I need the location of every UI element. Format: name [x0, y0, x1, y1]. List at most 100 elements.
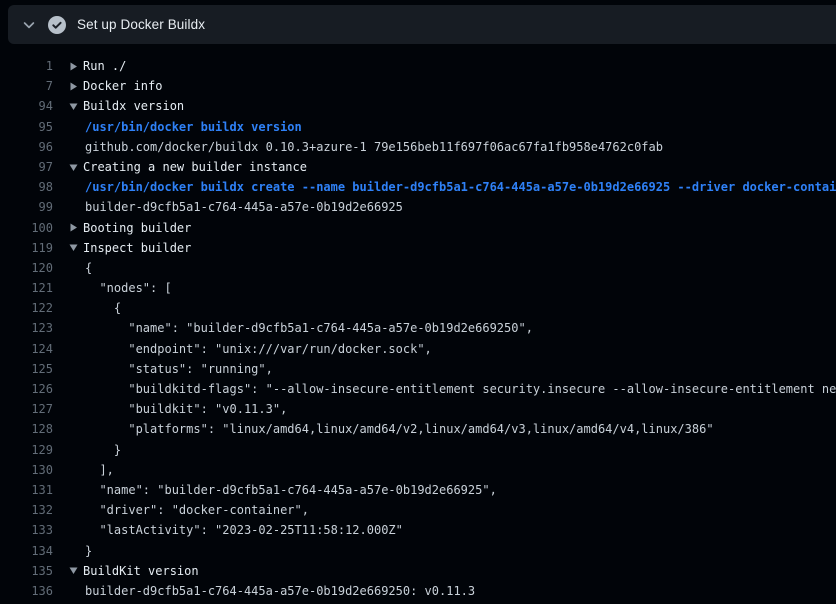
- log-line: 130 ],: [0, 460, 836, 480]
- triangle-right-icon: [69, 223, 78, 232]
- log-output-text: }: [69, 440, 121, 460]
- line-number[interactable]: 125: [0, 359, 53, 379]
- line-number[interactable]: 1: [0, 56, 53, 76]
- log-group-toggle[interactable]: Creating a new builder instance: [69, 157, 307, 177]
- log-output-text: "platforms": "linux/amd64,linux/amd64/v2…: [69, 419, 714, 439]
- log-output-text: "endpoint": "unix:///var/run/docker.sock…: [69, 339, 432, 359]
- log-line: 122 {: [0, 298, 836, 318]
- log-output-text: "lastActivity": "2023-02-25T11:58:12.000…: [69, 520, 403, 540]
- log-command-text: /usr/bin/docker buildx version: [69, 117, 302, 137]
- triangle-right-icon: [69, 62, 78, 71]
- log-output-text: {: [69, 258, 92, 278]
- line-number[interactable]: 7: [0, 76, 53, 96]
- log-line: 124 "endpoint": "unix:///var/run/docker.…: [0, 339, 836, 359]
- triangle-down-icon: [69, 243, 78, 252]
- log-command-text: /usr/bin/docker buildx create --name bui…: [69, 177, 836, 197]
- line-number[interactable]: 128: [0, 419, 53, 439]
- line-number[interactable]: 99: [0, 197, 53, 217]
- line-number[interactable]: 94: [0, 96, 53, 116]
- log-line: 95/usr/bin/docker buildx version: [0, 117, 836, 137]
- line-number[interactable]: 120: [0, 258, 53, 278]
- log-group-label: Creating a new builder instance: [83, 157, 307, 177]
- log-line: 133 "lastActivity": "2023-02-25T11:58:12…: [0, 520, 836, 540]
- step-title: Set up Docker Buildx: [77, 17, 205, 32]
- log-group-toggle[interactable]: Inspect builder: [69, 238, 191, 258]
- line-number[interactable]: 124: [0, 339, 53, 359]
- log-output-text: "buildkitd-flags": "--allow-insecure-ent…: [69, 379, 836, 399]
- log-viewer: 1Run ./7Docker info94Buildx version95/us…: [0, 0, 836, 601]
- triangle-down-icon: [69, 566, 78, 575]
- check-circle-icon: [48, 16, 66, 34]
- log-line: 119 Inspect builder: [0, 238, 836, 258]
- line-number[interactable]: 131: [0, 480, 53, 500]
- log-output-text: builder-d9cfb5a1-c764-445a-a57e-0b19d2e6…: [69, 197, 403, 217]
- log-group-toggle[interactable]: Booting builder: [69, 218, 191, 238]
- log-group-label: BuildKit version: [83, 561, 199, 581]
- line-number[interactable]: 135: [0, 561, 53, 581]
- log-output-text: "buildkit": "v0.11.3",: [69, 399, 287, 419]
- line-number[interactable]: 96: [0, 137, 53, 157]
- log-output-text: "name": "builder-d9cfb5a1-c764-445a-a57e…: [69, 318, 533, 338]
- line-number[interactable]: 130: [0, 460, 53, 480]
- log-line: 135 BuildKit version: [0, 561, 836, 581]
- log-line: 7 Docker info: [0, 76, 836, 96]
- log-line: 99 builder-d9cfb5a1-c764-445a-a57e-0b19d2…: [0, 197, 836, 217]
- line-number[interactable]: 121: [0, 278, 53, 298]
- chevron-down-icon[interactable]: [21, 17, 37, 33]
- line-number[interactable]: 133: [0, 520, 53, 540]
- log-line: 1 Run ./: [0, 56, 836, 76]
- log-output-text: builder-d9cfb5a1-c764-445a-a57e-0b19d2e6…: [69, 581, 475, 601]
- triangle-down-icon: [69, 102, 78, 111]
- line-number[interactable]: 132: [0, 500, 53, 520]
- log-line: 123 "name": "builder-d9cfb5a1-c764-445a-…: [0, 318, 836, 338]
- log-line: 131 "name": "builder-d9cfb5a1-c764-445a-…: [0, 480, 836, 500]
- triangle-down-icon: [69, 163, 78, 172]
- line-number[interactable]: 127: [0, 399, 53, 419]
- log-group-toggle[interactable]: BuildKit version: [69, 561, 199, 581]
- log-group-label: Docker info: [83, 76, 162, 96]
- line-number[interactable]: 100: [0, 218, 53, 238]
- line-number[interactable]: 136: [0, 581, 53, 601]
- log-output-text: }: [69, 541, 92, 561]
- step-header[interactable]: Set up Docker Buildx: [8, 5, 836, 44]
- log-line: 127 "buildkit": "v0.11.3",: [0, 399, 836, 419]
- line-number[interactable]: 97: [0, 157, 53, 177]
- line-number[interactable]: 134: [0, 541, 53, 561]
- log-line: 120 {: [0, 258, 836, 278]
- line-number[interactable]: 123: [0, 318, 53, 338]
- log-line: 94 Buildx version: [0, 96, 836, 116]
- line-number[interactable]: 119: [0, 238, 53, 258]
- log-group-toggle[interactable]: Run ./: [69, 56, 126, 76]
- log-line: 126 "buildkitd-flags": "--allow-insecure…: [0, 379, 836, 399]
- log-group-toggle[interactable]: Docker info: [69, 76, 162, 96]
- log-line: 134}: [0, 541, 836, 561]
- line-number[interactable]: 98: [0, 177, 53, 197]
- log-output-text: github.com/docker/buildx 0.10.3+azure-1 …: [69, 137, 663, 157]
- log-line: 97 Creating a new builder instance: [0, 157, 836, 177]
- log-line: 136 builder-d9cfb5a1-c764-445a-a57e-0b19d…: [0, 581, 836, 601]
- log-line: 129 }: [0, 440, 836, 460]
- log-line: 132 "driver": "docker-container",: [0, 500, 836, 520]
- log-output-text: "name": "builder-d9cfb5a1-c764-445a-a57e…: [69, 480, 497, 500]
- line-number[interactable]: 126: [0, 379, 53, 399]
- log-line: 100 Booting builder: [0, 218, 836, 238]
- log-group-label: Inspect builder: [83, 238, 191, 258]
- log-output-text: ],: [69, 460, 114, 480]
- log-group-toggle[interactable]: Buildx version: [69, 96, 184, 116]
- log-line: 128 "platforms": "linux/amd64,linux/amd6…: [0, 419, 836, 439]
- log-output-text: {: [69, 298, 121, 318]
- log-line: 98/usr/bin/docker buildx create --name b…: [0, 177, 836, 197]
- triangle-right-icon: [69, 82, 78, 91]
- line-number[interactable]: 95: [0, 117, 53, 137]
- line-number[interactable]: 129: [0, 440, 53, 460]
- log-group-label: Booting builder: [83, 218, 191, 238]
- log-line: 96 github.com/docker/buildx 0.10.3+azure-…: [0, 137, 836, 157]
- log-group-label: Buildx version: [83, 96, 184, 116]
- log-line: 121 "nodes": [: [0, 278, 836, 298]
- log-output-text: "nodes": [: [69, 278, 172, 298]
- log-group-label: Run ./: [83, 56, 126, 76]
- log-line: 125 "status": "running",: [0, 359, 836, 379]
- log-output-text: "driver": "docker-container",: [69, 500, 309, 520]
- line-number[interactable]: 122: [0, 298, 53, 318]
- log-output-text: "status": "running",: [69, 359, 273, 379]
